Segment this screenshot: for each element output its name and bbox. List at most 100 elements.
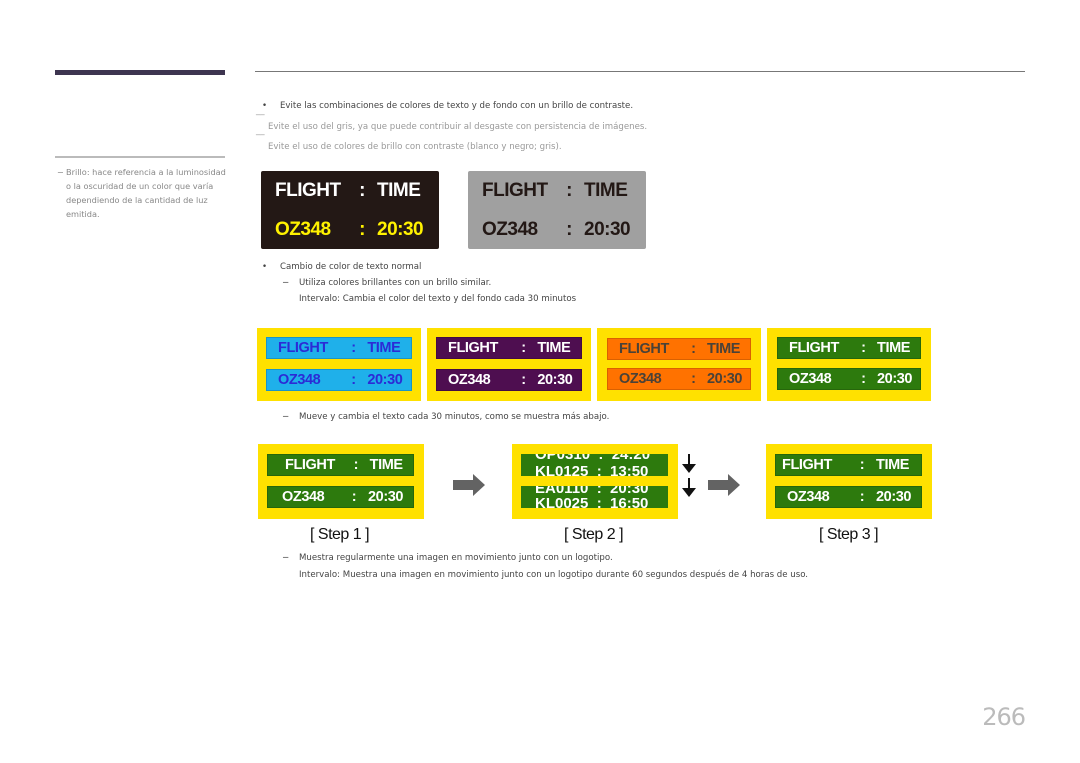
flight-label: FLIGHT (482, 179, 548, 201)
separator: : (351, 372, 356, 388)
value-strip: OZ348:20:30 (436, 369, 582, 391)
scroll-line: OP0310 : 24:20 (535, 454, 651, 463)
arrow-right-icon (708, 474, 740, 496)
flight-board-gray: FLIGHT : TIME OZ348 : 20:30 (468, 171, 646, 249)
flight-label: FLIGHT (789, 340, 839, 356)
header-strip: FLIGHT: TIME (607, 338, 751, 360)
time-label: TIME (367, 340, 401, 356)
scroll-line: KL0125 : 13:50 (535, 463, 649, 476)
section2-text: Cambio de color de texto normal (280, 262, 422, 272)
value-strip: OZ348:20:30 (266, 369, 412, 391)
sidebar-note: − Brillo: hace referencia a la luminosid… (57, 165, 227, 221)
color-board-orange: FLIGHT: TIME OZ348:20:30 (597, 328, 761, 401)
flight-label: FLIGHT (275, 179, 341, 201)
dash: − (282, 278, 290, 288)
step1-board: FLIGHT: TIME OZ348:20:30 (258, 444, 424, 519)
header-strip: FLIGHT: TIME (267, 454, 414, 476)
header-strip: FLIGHT: TIME (436, 337, 582, 359)
value-strip: OZ348:20:30 (607, 368, 751, 390)
section2-sub1: Utiliza colores brillantes con un brillo… (299, 278, 492, 288)
color-board-green: FLIGHT: TIME OZ348:20:30 (767, 328, 931, 401)
section1-note-2: Evite el uso de colores de brillo con co… (268, 142, 562, 152)
value-strip: OZ348:20:30 (777, 368, 921, 390)
dash: − (282, 412, 290, 422)
separator: : (353, 457, 359, 473)
scroll-line: KL0025 : 16:50 (535, 495, 649, 508)
flight-time: 20:30 (876, 489, 912, 505)
header-strip: FLIGHT: TIME (777, 337, 921, 359)
flight-code: OZ348 (787, 489, 830, 505)
header-rule (255, 71, 1025, 72)
flight-board-dark: FLIGHT : TIME OZ348 : 20:30 (261, 171, 439, 249)
time-label: TIME (377, 179, 421, 201)
flight-time: 20:30 (584, 218, 631, 240)
separator: : (859, 457, 865, 473)
page-number: 266 (982, 703, 1026, 731)
header-strip: FLIGHT: TIME (775, 454, 922, 476)
flight-code: OZ348 (482, 218, 538, 240)
flight-time: 20:30 (368, 489, 404, 505)
separator: : (691, 371, 696, 387)
flight-time: 20:30 (367, 372, 403, 388)
step3-board: FLIGHT: TIME OZ348:20:30 (766, 444, 932, 519)
bullet: • (262, 262, 268, 272)
separator: : (359, 179, 365, 201)
time-label: TIME (876, 340, 911, 356)
note-dash: ‾‾ (256, 114, 265, 124)
separator: : (351, 489, 357, 505)
scroll-down-arrows-icon (682, 454, 696, 497)
flight-time: 20:30 (537, 372, 573, 388)
flight-time: 20:30 (876, 371, 913, 387)
arrow-right-icon (453, 474, 485, 496)
header-strip: FLIGHT: TIME (266, 337, 412, 359)
separator: : (691, 341, 696, 357)
value-strip: OZ348:20:30 (775, 486, 922, 508)
section1-text: Evite las combinaciones de colores de te… (280, 101, 634, 111)
time-label: TIME (369, 457, 403, 473)
section1-note-1: Evite el uso del gris, ya que puede cont… (268, 122, 648, 132)
flight-code: OZ348 (275, 218, 331, 240)
value-strip: OZ348:20:30 (267, 486, 414, 508)
flight-time: 20:30 (706, 371, 743, 387)
separator: : (861, 340, 866, 356)
flight-code: OZ348 (282, 489, 325, 505)
dash: − (282, 553, 290, 563)
flight-label: FLIGHT (619, 341, 669, 357)
separator: : (521, 372, 526, 388)
step3-label: [ Step 3 ] (819, 526, 879, 543)
flight-label: FLIGHT (285, 457, 335, 473)
separator: : (861, 371, 866, 387)
flight-label: FLIGHT (278, 340, 328, 356)
flight-code: OZ348 (278, 372, 321, 388)
separator: : (566, 179, 572, 201)
color-board-blue: FLIGHT: TIME OZ348:20:30 (257, 328, 421, 401)
step1-label: [ Step 1 ] (310, 526, 370, 543)
separator: : (351, 340, 356, 356)
note-dash: ‾‾ (256, 134, 265, 144)
flight-code: OZ348 (619, 371, 662, 387)
time-label: TIME (537, 340, 571, 356)
section4-text: Muestra regularmente una imagen en movim… (299, 553, 613, 563)
time-label: TIME (876, 457, 910, 473)
flight-code: OZ348 (448, 372, 491, 388)
time-label: TIME (706, 341, 741, 357)
separator: : (859, 489, 865, 505)
sidebar-note-text: Brillo: hace referencia a la luminosidad… (66, 167, 226, 219)
separator: : (521, 340, 526, 356)
flight-time: 20:30 (377, 218, 424, 240)
separator: : (566, 218, 572, 240)
color-board-purple: FLIGHT: TIME OZ348:20:30 (427, 328, 591, 401)
separator: : (359, 218, 365, 240)
scrolling-strip-bottom: EA0110 : 20:30 KL0025 : 16:50 (521, 486, 668, 508)
time-label: TIME (584, 179, 628, 201)
flight-code: OZ348 (789, 371, 832, 387)
section2-sub2: Intervalo: Cambia el color del texto y d… (299, 294, 577, 304)
scrolling-strip-top: OP0310 : 24:20 KL0125 : 13:50 (521, 454, 668, 476)
sidebar-rule (55, 156, 225, 158)
flight-label: FLIGHT (782, 457, 832, 473)
section4-sub: Intervalo: Muestra una imagen en movimie… (299, 570, 809, 580)
note-dash: − (57, 167, 64, 177)
section3-text: Mueve y cambia el texto cada 30 minutos,… (299, 412, 610, 422)
step2-board: OP0310 : 24:20 KL0125 : 13:50 EA0110 : 2… (512, 444, 678, 519)
chapter-marker-bar (55, 70, 225, 75)
